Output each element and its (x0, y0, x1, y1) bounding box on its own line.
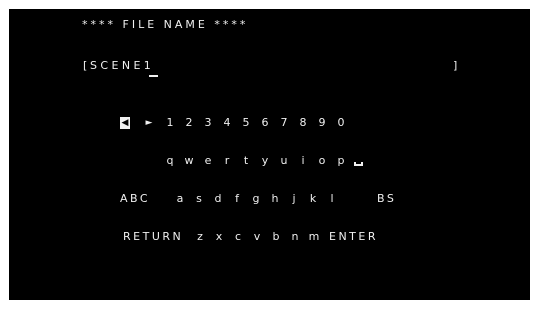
key-j[interactable]: j (288, 192, 300, 206)
key-1[interactable]: 1 (164, 116, 176, 130)
key-n[interactable]: n (289, 230, 301, 244)
filename-close-bracket: ] (453, 59, 461, 72)
key-e[interactable]: e (202, 154, 214, 168)
key-3[interactable]: 3 (202, 116, 214, 130)
key-f[interactable]: f (231, 192, 243, 206)
key-u[interactable]: u (278, 154, 290, 168)
key-right-arrow[interactable]: ► (143, 116, 155, 130)
key-k[interactable]: k (307, 192, 319, 206)
key-0[interactable]: 0 (335, 116, 347, 130)
text-cursor (149, 75, 158, 77)
filename-entry-screen: **** FILE NAME **** [ SCENE1 ] ◀ ► 1 2 3… (9, 9, 530, 300)
key-p[interactable]: p (335, 154, 347, 168)
key-m[interactable]: m (308, 230, 320, 244)
key-8[interactable]: 8 (297, 116, 309, 130)
key-b[interactable]: b (270, 230, 282, 244)
key-space[interactable] (353, 159, 365, 169)
key-g[interactable]: g (250, 192, 262, 206)
key-z[interactable]: z (194, 230, 206, 244)
space-bar-icon (354, 162, 363, 166)
key-2[interactable]: 2 (183, 116, 195, 130)
key-7[interactable]: 7 (278, 116, 290, 130)
key-c[interactable]: c (232, 230, 244, 244)
key-s[interactable]: s (193, 192, 205, 206)
key-d[interactable]: d (212, 192, 224, 206)
key-abc[interactable]: ABC (120, 192, 150, 206)
key-x[interactable]: x (213, 230, 225, 244)
key-i[interactable]: i (297, 154, 309, 168)
key-r[interactable]: r (221, 154, 233, 168)
key-q[interactable]: q (164, 154, 176, 168)
filename-value: SCENE1 (90, 59, 155, 72)
key-6[interactable]: 6 (259, 116, 271, 130)
key-t[interactable]: t (240, 154, 252, 168)
key-y[interactable]: y (259, 154, 271, 168)
key-enter[interactable]: ENTER (329, 230, 378, 244)
key-backspace-arrow[interactable]: ◀ (120, 117, 130, 129)
key-v[interactable]: v (251, 230, 263, 244)
key-h[interactable]: h (269, 192, 281, 206)
key-o[interactable]: o (316, 154, 328, 168)
screen-title: **** FILE NAME **** (82, 18, 249, 31)
key-a[interactable]: a (174, 192, 186, 206)
key-w[interactable]: w (183, 154, 195, 168)
key-l[interactable]: l (326, 192, 338, 206)
key-bs[interactable]: BS (377, 192, 396, 206)
key-5[interactable]: 5 (240, 116, 252, 130)
key-9[interactable]: 9 (316, 116, 328, 130)
key-4[interactable]: 4 (221, 116, 233, 130)
key-return[interactable]: RETURN (123, 230, 183, 244)
